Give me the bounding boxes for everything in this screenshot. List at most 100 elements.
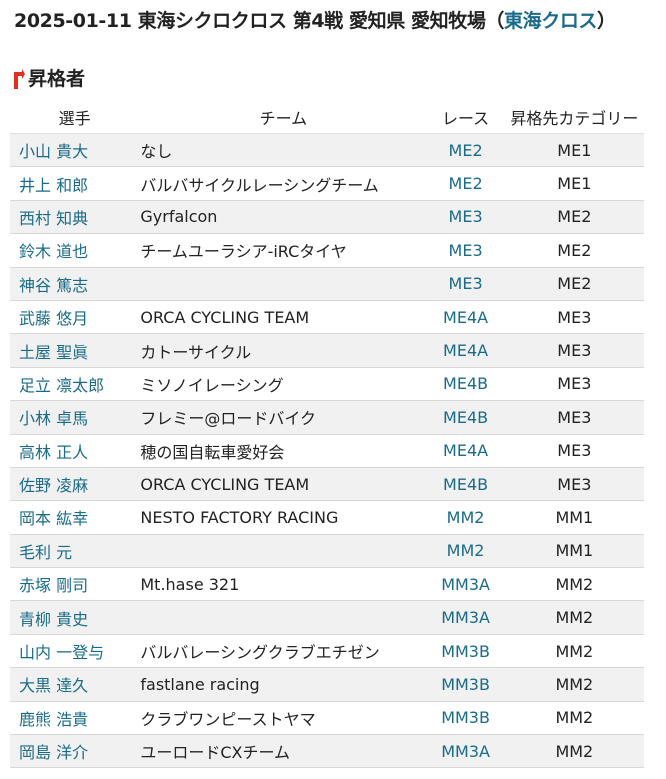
rider-link[interactable]: 佐野 凌麻 <box>19 476 88 495</box>
section-heading: 昇格者 <box>12 66 85 92</box>
race-cell: ME3 <box>426 233 505 268</box>
category-cell: ME3 <box>504 333 644 368</box>
category-cell: ME3 <box>504 400 644 435</box>
rider-link[interactable]: 井上 和郎 <box>19 176 88 195</box>
category-cell: MM1 <box>504 534 644 569</box>
header-race: レース <box>426 101 505 134</box>
race-link[interactable]: ME4B <box>443 408 488 427</box>
race-link[interactable]: ME4B <box>443 374 488 393</box>
race-cell: ME4A <box>426 333 505 368</box>
race-cell: MM3A <box>426 567 505 602</box>
rider-link[interactable]: 岡島 洋介 <box>19 743 88 762</box>
section-heading-text: 昇格者 <box>28 68 86 90</box>
table-row: 毛利 元 MM2 MM1 <box>10 534 644 569</box>
race-link[interactable]: MM3A <box>441 575 490 594</box>
race-cell: MM3A <box>426 600 505 635</box>
team-cell: ユーロードCXチーム <box>130 734 427 769</box>
team-cell: ORCA CYCLING TEAM <box>130 467 427 502</box>
table-row: 青柳 貴史 MM3A MM2 <box>10 600 644 635</box>
rider-link[interactable]: 土屋 聖眞 <box>19 343 88 362</box>
rider-link[interactable]: 赤塚 剛司 <box>19 576 88 595</box>
race-link[interactable]: MM2 <box>447 508 485 527</box>
category-cell: ME3 <box>504 434 644 468</box>
race-link[interactable]: MM3B <box>441 708 490 727</box>
page-title: 2025-01-11 東海シクロクロス 第4戦 愛知県 愛知牧場（東海クロス） <box>14 8 616 34</box>
category-cell: ME1 <box>504 133 644 168</box>
rider-cell: 佐野 凌麻 <box>10 467 131 502</box>
rider-cell: 岡本 紘幸 <box>10 500 131 535</box>
team-cell: Mt.hase 321 <box>130 567 427 602</box>
race-link[interactable]: ME4B <box>443 475 488 494</box>
table-row: 小山 貴大 なし ME2 ME1 <box>10 133 644 168</box>
table-row: 足立 凛太郎 ミソノイレーシング ME4B ME3 <box>10 367 644 402</box>
category-cell: MM2 <box>504 600 644 635</box>
race-cell: ME4B <box>426 367 505 402</box>
rider-link[interactable]: 高林 正人 <box>19 443 88 462</box>
race-cell: ME4B <box>426 467 505 502</box>
team-cell <box>130 267 427 301</box>
race-link[interactable]: MM3B <box>441 675 490 694</box>
rider-link[interactable]: 武藤 悠月 <box>19 309 88 328</box>
race-link[interactable]: ME2 <box>449 141 483 160</box>
rider-link[interactable]: 足立 凛太郎 <box>19 376 104 395</box>
race-link[interactable]: ME2 <box>449 174 483 193</box>
race-link[interactable]: ME3 <box>449 207 483 226</box>
team-cell: Gyrfalcon <box>130 200 427 235</box>
table-row: 神谷 篤志 ME3 ME2 <box>10 267 644 301</box>
rider-link[interactable]: 小山 貴大 <box>19 142 88 161</box>
rider-cell: 小林 卓馬 <box>10 400 131 435</box>
race-cell: ME2 <box>426 133 505 168</box>
race-link[interactable]: ME4A <box>443 441 488 460</box>
race-cell: MM2 <box>426 500 505 535</box>
rider-link[interactable]: 山内 一登与 <box>19 643 104 662</box>
rider-cell: 青柳 貴史 <box>10 600 131 635</box>
header-rider: 選手 <box>10 101 131 134</box>
rider-link[interactable]: 小林 卓馬 <box>19 409 88 428</box>
rider-cell: 土屋 聖眞 <box>10 333 131 368</box>
category-cell: ME3 <box>504 467 644 502</box>
series-link[interactable]: 東海クロス <box>504 10 597 32</box>
category-cell: MM1 <box>504 500 644 535</box>
promotion-table: 選手 チーム レース 昇格先カテゴリー 小山 貴大 なし ME2 ME1 井上 和郎 バル… <box>10 101 644 769</box>
rider-cell: 神谷 篤志 <box>10 267 131 301</box>
rider-link[interactable]: 岡本 紘幸 <box>19 509 88 528</box>
table-row: 土屋 聖眞 カトーサイクル ME4A ME3 <box>10 333 644 368</box>
header-team: チーム <box>130 101 427 134</box>
race-cell: ME4B <box>426 400 505 435</box>
category-cell: MM2 <box>504 667 644 702</box>
team-cell: ミソノイレーシング <box>130 367 427 402</box>
rider-cell: 赤塚 剛司 <box>10 567 131 602</box>
race-link[interactable]: ME3 <box>449 241 483 260</box>
rider-link[interactable]: 毛利 元 <box>19 543 72 562</box>
team-cell: バルバサイクルレーシングチーム <box>130 166 427 201</box>
race-cell: MM3B <box>426 634 505 669</box>
rider-cell: 山内 一登与 <box>10 634 131 669</box>
race-link[interactable]: MM3B <box>441 642 490 661</box>
rider-link[interactable]: 鹿熊 浩貴 <box>19 710 88 729</box>
table-row: 岡本 紘幸 NESTO FACTORY RACING MM2 MM1 <box>10 500 644 535</box>
race-link[interactable]: ME4A <box>443 308 488 327</box>
title-paren-open: （ <box>485 10 505 32</box>
team-cell <box>130 600 427 635</box>
team-cell: チームユーラシア-iRCタイヤ <box>130 233 427 268</box>
race-link[interactable]: MM2 <box>447 541 485 560</box>
race-link[interactable]: ME4A <box>443 341 488 360</box>
rider-link[interactable]: 大黒 達久 <box>19 676 88 695</box>
rider-link[interactable]: 鈴木 道也 <box>19 242 88 261</box>
rider-link[interactable]: 青柳 貴史 <box>19 610 88 629</box>
team-cell: カトーサイクル <box>130 333 427 368</box>
table-row: 武藤 悠月 ORCA CYCLING TEAM ME4A ME3 <box>10 300 644 335</box>
rider-link[interactable]: 神谷 篤志 <box>19 276 88 295</box>
rider-cell: 高林 正人 <box>10 434 131 468</box>
rider-cell: 鹿熊 浩貴 <box>10 701 131 736</box>
table-row: 山内 一登与 バルバレーシングクラブエチゼン MM3B MM2 <box>10 634 644 669</box>
team-cell: ORCA CYCLING TEAM <box>130 300 427 335</box>
race-link[interactable]: ME3 <box>449 274 483 293</box>
rider-cell: 岡島 洋介 <box>10 734 131 769</box>
race-cell: ME4A <box>426 434 505 468</box>
rider-link[interactable]: 西村 知典 <box>19 209 88 228</box>
race-link[interactable]: MM3A <box>441 608 490 627</box>
race-cell: MM3B <box>426 667 505 702</box>
race-link[interactable]: MM3A <box>441 742 490 761</box>
title-paren-close: ） <box>597 10 616 32</box>
